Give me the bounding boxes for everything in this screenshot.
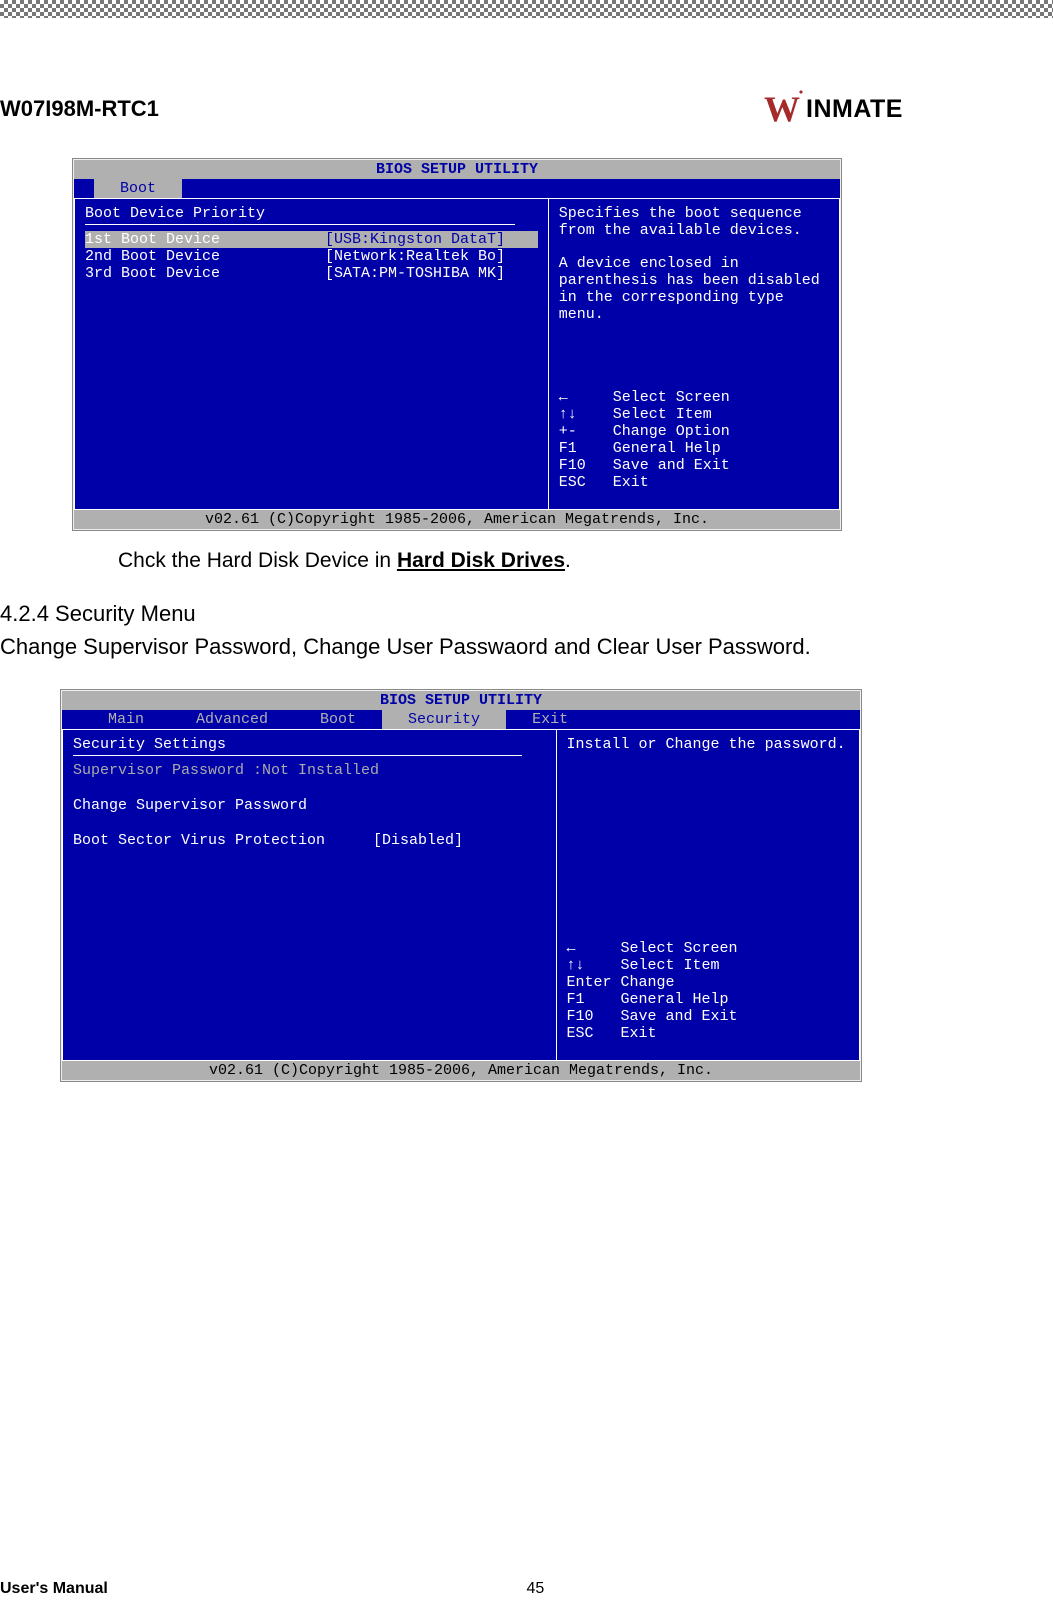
- bios-tab-boot: Boot: [294, 710, 382, 729]
- divider: [73, 755, 522, 756]
- bios-tab-security: Security: [382, 710, 506, 729]
- hard-disk-drives-link: Hard Disk Drives: [397, 549, 565, 572]
- bios-screenshot-security: BIOS SETUP UTILITY Main Advanced Boot Se…: [60, 689, 862, 1082]
- boot-device-row: 3rd Boot Device [SATA:PM-TOSHIBA MK]: [85, 265, 538, 282]
- key: F1: [567, 991, 621, 1008]
- bios-copyright: v02.61 (C)Copyright 1985-2006, American …: [62, 1061, 860, 1080]
- key: ←: [559, 389, 613, 406]
- action: Save and Exit: [621, 1008, 738, 1025]
- footer-page-number: 45: [527, 1580, 545, 1598]
- footer-manual-label: User's Manual: [0, 1580, 527, 1598]
- action: Change: [621, 974, 675, 991]
- bios-screenshot-boot-priority: BIOS SETUP UTILITY Boot Boot Device Prio…: [72, 158, 842, 531]
- supervisor-password-status: Supervisor Password :Not Installed: [73, 762, 546, 779]
- help-desc2: A device enclosed in parenthesis has bee…: [559, 255, 829, 323]
- action: General Help: [613, 440, 721, 457]
- action: Exit: [613, 474, 649, 491]
- bios-tab-advanced: Advanced: [170, 710, 294, 729]
- key: ←: [567, 940, 621, 957]
- action: Exit: [621, 1025, 657, 1042]
- bios-title: BIOS SETUP UTILITY: [62, 691, 860, 710]
- change-supervisor-password: Change Supervisor Password: [73, 797, 546, 814]
- key: ↑↓: [559, 406, 613, 423]
- label: Supervisor Password :: [73, 762, 262, 779]
- value: [USB:Kingston DataT]: [325, 231, 505, 248]
- bios-help-keys: ←Select Screen ↑↓Select Item +-Change Op…: [559, 389, 829, 491]
- key: +-: [559, 423, 613, 440]
- value: [SATA:PM-TOSHIBA MK]: [325, 265, 505, 282]
- bios-left-panel: Security Settings Supervisor Password :N…: [63, 730, 557, 1060]
- help-desc: Install or Change the password.: [567, 736, 849, 753]
- page-header: W07I98M-RTC1 W INMATE: [0, 88, 1023, 130]
- bios-section-title: Security Settings: [73, 736, 546, 753]
- key: F1: [559, 440, 613, 457]
- action: Save and Exit: [613, 457, 730, 474]
- label: Change Supervisor Password: [73, 797, 307, 814]
- label: 1st Boot Device: [85, 231, 325, 248]
- section-body: Change Supervisor Password, Change User …: [0, 631, 1023, 663]
- bios-tab-boot: Boot: [94, 179, 182, 198]
- key: F10: [567, 1008, 621, 1025]
- boot-device-row: 1st Boot Device [USB:Kingston DataT]: [85, 231, 538, 248]
- bios-left-panel: Boot Device Priority 1st Boot Device [US…: [75, 199, 549, 509]
- bios-title: BIOS SETUP UTILITY: [74, 160, 840, 179]
- key: Enter: [567, 974, 621, 991]
- bios-section-title: Boot Device Priority: [85, 205, 538, 222]
- value: [Disabled]: [373, 832, 463, 849]
- bios-tab-main: Main: [82, 710, 170, 729]
- value: Not Installed: [262, 762, 379, 779]
- label: 2nd Boot Device: [85, 248, 325, 265]
- brand-logo: W INMATE: [764, 88, 903, 130]
- help-desc: Specifies the boot sequence from the ava…: [559, 205, 829, 239]
- logo-icon: W: [764, 88, 806, 130]
- decorative-top-border: [0, 0, 1053, 18]
- text: .: [565, 549, 571, 572]
- bios-tabs: Main Advanced Boot Security Exit: [62, 710, 860, 729]
- section-heading: 4.2.4 Security Menu: [0, 601, 1023, 627]
- bios-tab-exit: Exit: [506, 710, 594, 729]
- logo-text: INMATE: [806, 95, 903, 124]
- key: F10: [559, 457, 613, 474]
- boot-sector-virus-protection: Boot Sector Virus Protection [Disabled]: [73, 832, 546, 849]
- action: Select Item: [621, 957, 720, 974]
- product-name: W07I98M-RTC1: [0, 96, 159, 122]
- bios-tabs: Boot: [74, 179, 840, 198]
- action: Select Screen: [621, 940, 738, 957]
- bios-help-keys: ←Select Screen ↑↓Select Item EnterChange…: [567, 940, 849, 1042]
- label: Boot Sector Virus Protection: [73, 832, 373, 849]
- bios-right-panel: Install or Change the password. ←Select …: [557, 730, 859, 1060]
- text: Chck the Hard Disk Device in: [118, 549, 397, 572]
- divider: [85, 224, 515, 225]
- bios-copyright: v02.61 (C)Copyright 1985-2006, American …: [74, 510, 840, 529]
- action: Change Option: [613, 423, 730, 440]
- bios-right-panel: Specifies the boot sequence from the ava…: [549, 199, 839, 509]
- action: Select Item: [613, 406, 712, 423]
- value: [Network:Realtek Bo]: [325, 248, 505, 265]
- key: ↑↓: [567, 957, 621, 974]
- boot-device-row: 2nd Boot Device [Network:Realtek Bo]: [85, 248, 538, 265]
- label: 3rd Boot Device: [85, 265, 325, 282]
- instruction-text: Chck the Hard Disk Device in Hard Disk D…: [118, 549, 1023, 573]
- key: ESC: [559, 474, 613, 491]
- page-footer: User's Manual 45: [0, 1580, 1053, 1598]
- action: Select Screen: [613, 389, 730, 406]
- action: General Help: [621, 991, 729, 1008]
- key: ESC: [567, 1025, 621, 1042]
